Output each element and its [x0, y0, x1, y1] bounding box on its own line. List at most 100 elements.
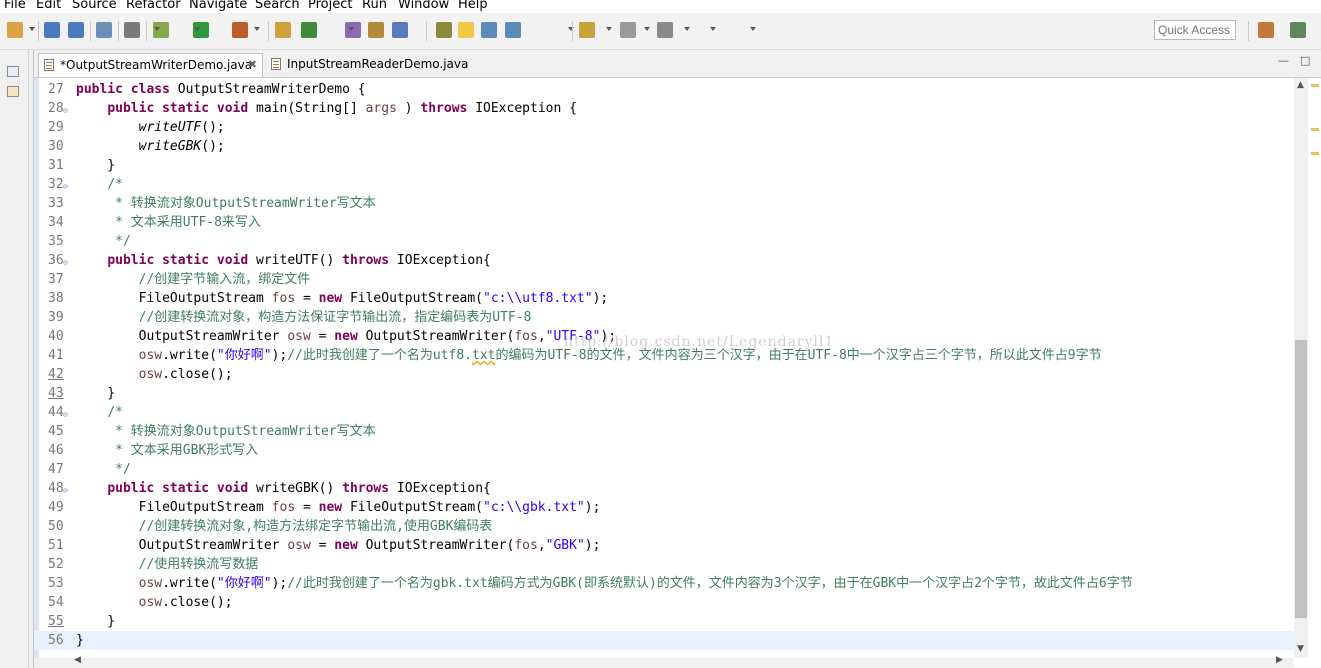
tab-outputstreamwriterdemo[interactable]: *OutputStreamWriterDemo.java ✖: [38, 53, 263, 77]
external-tools-icon[interactable]: [232, 22, 248, 38]
dropdown-arrow-icon[interactable]: [710, 27, 716, 31]
code-line[interactable]: 51 OutputStreamWriter osw = new OutputSt…: [34, 536, 1294, 555]
dropdown-arrow-icon[interactable]: [644, 27, 650, 31]
tab-label: *OutputStreamWriterDemo.java: [60, 58, 253, 72]
back-icon[interactable]: [579, 22, 595, 38]
java-perspective-icon[interactable]: [1258, 22, 1274, 38]
vertical-scrollbar[interactable]: ▲ ▼: [1294, 78, 1308, 658]
menu-edit[interactable]: Edit: [36, 0, 61, 13]
skip-breakpoints-icon[interactable]: [124, 22, 140, 38]
new-java-class-icon[interactable]: [301, 22, 317, 38]
next-annotation-icon[interactable]: [481, 22, 497, 38]
code-token: OutputStreamWriter(: [365, 329, 515, 344]
code-line[interactable]: 44 ⊖ /*: [34, 403, 1294, 422]
code-line[interactable]: 42 osw.close();: [34, 365, 1294, 384]
code-line[interactable]: 30 writeGBK();: [34, 137, 1294, 156]
menu-navigate[interactable]: Navigate: [189, 0, 247, 13]
code-text: //创建字节输入流，绑定文件: [76, 270, 311, 289]
code-line[interactable]: 39 //创建转换流对象，构造方法保证字节输出流，指定编码表为UTF-8: [34, 308, 1294, 327]
dropdown-arrow-icon[interactable]: [29, 27, 35, 31]
dropdown-arrow-icon[interactable]: [568, 27, 574, 31]
debug-perspective-icon[interactable]: [1290, 22, 1306, 38]
search-icon[interactable]: [392, 22, 408, 38]
code-line[interactable]: 48 ⊖ public static void writeGBK() throws…: [34, 479, 1294, 498]
code-line[interactable]: 36 ⊖ public static void writeUTF() throws…: [34, 251, 1294, 270]
dropdown-arrow-icon[interactable]: [348, 27, 354, 31]
menu-search[interactable]: Search: [255, 0, 300, 13]
code-line[interactable]: 34 * 文本采用UTF-8来写入: [34, 213, 1294, 232]
menu-window[interactable]: Window: [398, 0, 449, 13]
code-line[interactable]: 32 ⊖ /*: [34, 175, 1294, 194]
dropdown-arrow-icon[interactable]: [684, 27, 690, 31]
print-icon[interactable]: [96, 22, 112, 38]
menu-refactor[interactable]: Refactor: [126, 0, 181, 13]
toggle-mark-occurrences-icon[interactable]: [436, 22, 452, 38]
menu-run[interactable]: Run: [362, 0, 387, 13]
previous-annotation-icon[interactable]: [505, 22, 521, 38]
overview-marker[interactable]: [1311, 84, 1319, 87]
open-task-icon[interactable]: [368, 22, 384, 38]
code-line[interactable]: 54 osw.close();: [34, 593, 1294, 612]
code-line[interactable]: 50 //创建转换流对象,构造方法绑定字节输出流,使用GBK编码表: [34, 517, 1294, 536]
scroll-down-icon[interactable]: ▼: [1297, 644, 1304, 654]
dropdown-arrow-icon[interactable]: [194, 27, 200, 31]
toggle-edit-mode-icon[interactable]: [458, 22, 474, 38]
code-line[interactable]: 46 * 文本采用GBK形式写入: [34, 441, 1294, 460]
code-token: FileOutputStream: [76, 500, 272, 515]
package-explorer-icon[interactable]: [7, 86, 19, 97]
code-line[interactable]: 53 osw.write("你好啊");//此时我创建了一个名为gbk.txt编…: [34, 574, 1294, 593]
code-line[interactable]: 49 FileOutputStream fos = new FileOutput…: [34, 498, 1294, 517]
new-java-package-icon[interactable]: [275, 22, 291, 38]
code-line[interactable]: 37 //创建字节输入流，绑定文件: [34, 270, 1294, 289]
scroll-right-icon[interactable]: ▶: [1276, 655, 1283, 665]
dropdown-arrow-icon[interactable]: [606, 27, 612, 31]
close-tab-icon[interactable]: ✖: [248, 54, 257, 76]
overview-ruler: [1308, 78, 1321, 658]
dropdown-arrow-icon[interactable]: [254, 27, 260, 31]
code-editor[interactable]: 27 public class OutputStreamWriterDemo {2…: [34, 78, 1294, 658]
dropdown-arrow-icon[interactable]: [750, 27, 756, 31]
overview-marker[interactable]: [1311, 152, 1319, 155]
menu-project[interactable]: Project: [308, 0, 352, 13]
scroll-thumb[interactable]: [1295, 340, 1307, 618]
keyword-token: new: [318, 500, 350, 515]
code-line[interactable]: 55 }: [34, 612, 1294, 631]
code-line[interactable]: 31 }: [34, 156, 1294, 175]
code-line[interactable]: 29 writeUTF();: [34, 118, 1294, 137]
horizontal-scrollbar[interactable]: ◀ ▶: [34, 655, 1294, 668]
code-line[interactable]: 28 ⊖ public static void main(String[] arg…: [34, 99, 1294, 118]
code-text: public static void writeGBK() throws IOE…: [76, 479, 491, 498]
save-icon[interactable]: [44, 22, 60, 38]
menu-help[interactable]: Help: [458, 0, 488, 13]
code-line[interactable]: 35 */: [34, 232, 1294, 251]
restore-view-icon[interactable]: [7, 66, 19, 77]
menu-file[interactable]: File: [4, 0, 26, 13]
forward-icon[interactable]: [620, 22, 636, 38]
code-line[interactable]: 38 FileOutputStream fos = new FileOutput…: [34, 289, 1294, 308]
code-line[interactable]: 33 * 转换流对象OutputStreamWriter写文本: [34, 194, 1294, 213]
variable-token: args: [365, 101, 397, 116]
keyword-token: throws: [342, 481, 397, 496]
open-perspective-icon[interactable]: [657, 22, 673, 38]
code-line[interactable]: 56}: [34, 631, 1294, 650]
code-line[interactable]: 52 //使用转换流写数据: [34, 555, 1294, 574]
code-token: );: [584, 500, 601, 515]
new-icon[interactable]: [7, 22, 23, 38]
code-line[interactable]: 47 */: [34, 460, 1294, 479]
code-line[interactable]: 45 * 转换流对象OutputStreamWriter写文本: [34, 422, 1294, 441]
save-all-icon[interactable]: [68, 22, 84, 38]
comment-token: //创建转换流对象,构造方法绑定字节输出流,使用GBK编码表: [138, 519, 493, 534]
tab-inputstreamreaderdemo[interactable]: InputStreamReaderDemo.java: [266, 53, 468, 77]
minimize-icon[interactable]: —: [1278, 55, 1289, 67]
editor-tab-bar: *OutputStreamWriterDemo.java ✖ InputStre…: [34, 50, 1321, 78]
code-line[interactable]: 43 }: [34, 384, 1294, 403]
scroll-up-icon[interactable]: ▲: [1297, 80, 1304, 90]
quick-access-input[interactable]: [1154, 20, 1236, 40]
dropdown-arrow-icon[interactable]: [154, 27, 160, 31]
scroll-left-icon[interactable]: ◀: [74, 655, 81, 665]
maximize-icon[interactable]: □: [1300, 55, 1310, 67]
menu-source[interactable]: Source: [72, 0, 117, 13]
overview-marker[interactable]: [1311, 128, 1319, 131]
code-line[interactable]: 27 public class OutputStreamWriterDemo {: [34, 80, 1294, 99]
toolbar-separator: [146, 21, 147, 41]
